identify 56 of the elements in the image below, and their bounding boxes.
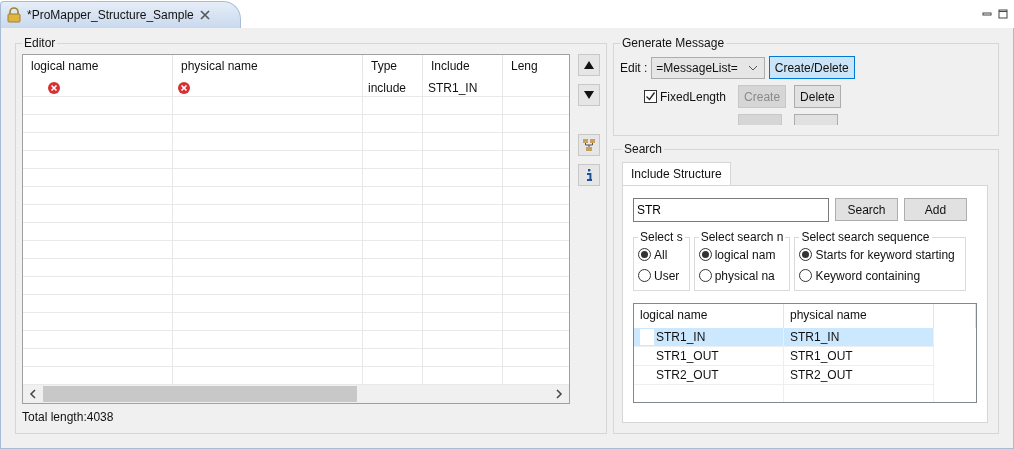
delete-button[interactable]: Delete	[794, 85, 841, 108]
add-button[interactable]: Add	[904, 198, 967, 221]
scrollbar-thumb[interactable]	[43, 386, 357, 402]
triangle-up-icon	[583, 60, 595, 70]
create-delete-button[interactable]: Create/Delete	[768, 56, 855, 79]
table-cell: include	[368, 80, 407, 95]
column-header[interactable]: Leng	[503, 55, 567, 79]
chevron-down-icon	[747, 64, 758, 71]
column-header[interactable]: logical name	[23, 55, 173, 79]
option-group-title: Select search sequence	[800, 231, 931, 244]
column-header[interactable]: physical name	[173, 55, 363, 79]
include-structure-tab[interactable]: Include Structure	[622, 162, 731, 185]
radio-option[interactable]: Starts for keyword starting	[799, 244, 962, 265]
table-cell: STR1_IN	[428, 80, 478, 95]
column-header[interactable]: Include	[423, 55, 503, 79]
column-header[interactable]: Type	[363, 55, 423, 79]
radio-option[interactable]: User	[638, 265, 685, 286]
message-dropdown[interactable]: =MessageList=	[651, 56, 765, 79]
hierarchy-icon	[582, 138, 596, 152]
move-down-button[interactable]	[578, 84, 600, 106]
fixed-length-checkbox[interactable]: FixedLength	[644, 85, 727, 108]
option-group-title: Select s	[639, 231, 684, 244]
editor-tab[interactable]: *ProMapper_Structure_Sample	[0, 1, 241, 28]
close-icon[interactable]	[199, 10, 210, 20]
table-cell: STR2_OUT	[656, 368, 719, 382]
table-cell: STR1_OUT	[790, 349, 853, 363]
search-field[interactable]: STR	[633, 198, 829, 222]
triangle-down-icon	[583, 90, 595, 100]
table-cell: STR1_IN	[790, 330, 840, 344]
radio-option[interactable]: Keyword containing	[799, 265, 962, 286]
table-cell: STR1_IN	[656, 330, 706, 344]
option-group-title: Select search n	[699, 231, 785, 244]
radio-option[interactable]: physical na	[698, 265, 786, 286]
table-cell: STR2_OUT	[790, 368, 853, 382]
edit-label: Edit :	[620, 60, 648, 75]
minimize-icon[interactable]	[982, 9, 992, 19]
search-button[interactable]: Search	[835, 198, 898, 221]
chevron-right-icon[interactable]	[555, 389, 563, 399]
result-row[interactable]: STR2_OUT STR2_OUT	[634, 366, 934, 385]
maximize-icon[interactable]	[998, 9, 1008, 19]
radio-option[interactable]: All	[638, 244, 685, 265]
horizontal-scrollbar[interactable]	[23, 385, 569, 403]
radio-option[interactable]: logical nam	[698, 244, 786, 265]
total-length: Total length:4038	[22, 410, 115, 424]
result-row[interactable]: STR1_OUT STR1_OUT	[634, 347, 934, 366]
chevron-left-icon[interactable]	[29, 389, 37, 399]
lock-icon	[7, 7, 21, 23]
checkmark-icon	[645, 91, 656, 102]
group-title: Generate Message	[621, 37, 726, 50]
table-cell: STR1_OUT	[656, 349, 719, 363]
move-up-button[interactable]	[578, 54, 600, 76]
info-button[interactable]	[578, 164, 600, 186]
info-icon	[584, 168, 594, 182]
group-title: Editor	[23, 36, 57, 50]
group-title: Search	[623, 142, 664, 156]
result-row[interactable]: STR1_IN STR1_IN	[634, 328, 934, 347]
